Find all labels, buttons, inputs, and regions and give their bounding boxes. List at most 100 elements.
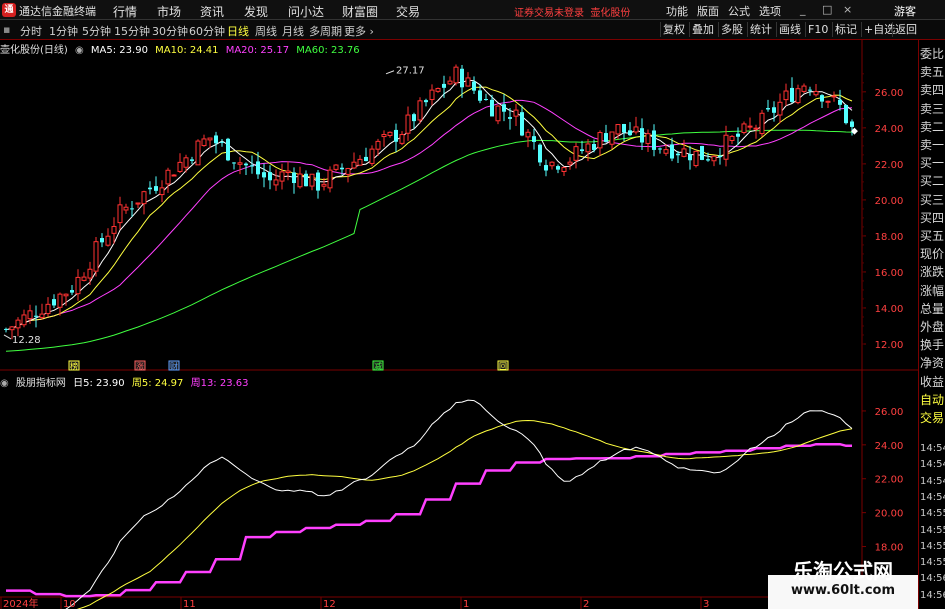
candle-body-down — [736, 133, 740, 137]
candle-body-up — [573, 146, 579, 161]
candle-body-down — [130, 208, 134, 210]
candle-body-up — [321, 183, 327, 187]
candle-body-up — [549, 161, 555, 167]
candle-body-down — [508, 117, 512, 119]
candle-body-down — [700, 145, 704, 160]
candle-body-down — [34, 315, 38, 317]
candle-body-down — [538, 144, 542, 163]
candle-body-up — [399, 134, 405, 144]
candle-body-up — [783, 90, 789, 101]
candle-body-down — [244, 163, 248, 166]
candle-body-up — [585, 143, 591, 153]
candle-body-up — [165, 169, 171, 185]
candle-body-up — [141, 191, 147, 205]
kline-chart[interactable]: 26.00 24.00 22.00 20.00 18.00 16.00 14.00 12.00… — [0, 0, 918, 609]
candle-body-up — [615, 124, 621, 135]
tick-time: 14:55 — [920, 524, 945, 536]
low-price-pointer — [3, 334, 12, 340]
candle-body-up — [171, 174, 177, 177]
tick-time: 14:55 — [920, 508, 945, 520]
candle-body-up — [27, 310, 33, 320]
candle-body-up — [279, 171, 285, 182]
candle-body-down — [556, 166, 560, 170]
x-tick-label: 2024年 — [3, 597, 38, 609]
candle-body-down — [580, 149, 584, 152]
candle-body-down — [706, 159, 710, 161]
event-marker: 减 — [374, 361, 382, 371]
candle-body-down — [316, 172, 320, 191]
candle-body-up — [111, 226, 117, 234]
candle-body-up — [159, 187, 165, 196]
low-price-label: 12.28 — [12, 335, 41, 346]
candle-body-up — [711, 155, 717, 162]
candle-body-up — [117, 204, 123, 224]
indicator-legend: ◉ 股朋指标网 日5: 23.90 周5: 24.97 周13: 23.63 — [0, 374, 252, 389]
settings-circle-icon[interactable]: ◉ — [75, 45, 84, 56]
quote-row-label: 买五 — [920, 229, 945, 243]
ma10-label: MA10: 24.41 — [155, 45, 219, 56]
y-tick-label: 18.00 — [875, 232, 904, 243]
tick-time: 14:54 — [920, 459, 945, 471]
candle-body-down — [772, 107, 776, 113]
quote-row-label: 买四 — [920, 210, 945, 225]
candle-body-up — [201, 138, 207, 147]
ma5-line — [5, 79, 853, 331]
candle-body-up — [561, 167, 567, 172]
week13-label: 周13: 23.63 — [190, 378, 249, 389]
candle-body-up — [435, 87, 441, 92]
candle-body-down — [364, 156, 368, 162]
y-tick-label: 14.00 — [875, 304, 904, 315]
ma5-label: MA5: 23.90 — [90, 45, 148, 56]
watermark: 乐淘公式网 www.60lt.com — [768, 559, 918, 609]
candle-body-up — [135, 202, 141, 205]
indicator-title: 股朋指标网 — [15, 378, 66, 389]
candle-body-down — [292, 172, 296, 184]
candle-body-down — [256, 161, 260, 175]
quote-row-label: 交易 — [920, 411, 945, 425]
candle-body-up — [183, 157, 189, 168]
candle-body-down — [676, 153, 680, 156]
candle-body-down — [262, 172, 266, 178]
candle-body-up — [831, 95, 837, 98]
y-tick-label: 24.00 — [875, 124, 904, 135]
quote-row-label: 外盘 — [920, 320, 945, 334]
candle-body-down — [304, 173, 308, 187]
candle-body-up — [633, 126, 639, 133]
main-chart-legend: 壶化股份(日线) ◉ MA5: 23.90 MA10: 24.41 MA20: … — [0, 41, 364, 56]
candle-body-up — [525, 131, 531, 138]
candle-body-down — [622, 124, 626, 133]
ind-y-tick-label: 24.00 — [875, 441, 904, 452]
candle-body-down — [268, 172, 272, 181]
indicator-circle-icon[interactable]: ◉ — [0, 378, 9, 389]
candle-body-down — [844, 105, 848, 124]
day5-label: 日5: 23.90 — [73, 378, 125, 389]
candle-body-up — [753, 127, 759, 130]
candle-body-up — [729, 135, 735, 141]
quote-panel: 委比 卖五 卖四 卖三 卖二 卖一 买一 买二 买三 买四 买五 现价 涨跌 涨幅 总量 外盘 换手 净资 收益 自动… — [918, 40, 945, 609]
candle-body-up — [177, 161, 183, 172]
candle-body-up — [759, 112, 765, 135]
week5-label: 周5: 24.97 — [131, 378, 184, 389]
candle-body-up — [207, 137, 213, 141]
candle-body-down — [52, 299, 56, 306]
candle-body-down — [628, 130, 632, 136]
candle-body-up — [15, 319, 21, 329]
quote-row-label: 委比 — [920, 47, 945, 61]
tick-time: 14:56 — [920, 573, 945, 585]
candle-body-down — [460, 68, 464, 88]
candle-body-down — [100, 238, 104, 243]
quote-row-label: 自动 — [920, 392, 945, 407]
ind-y-tick-label: 20.00 — [875, 509, 904, 520]
ma20-label: MA20: 25.17 — [225, 45, 290, 56]
candle-body-up — [801, 85, 807, 92]
y-tick-label: 22.00 — [875, 160, 904, 171]
quote-row-label: 买三 — [920, 192, 945, 207]
candle-body-down — [532, 136, 536, 142]
candle-body-down — [424, 100, 428, 103]
candle-body-up — [21, 314, 27, 326]
candle-body-up — [513, 109, 519, 117]
candle-body-up — [681, 148, 687, 157]
candle-body-up — [237, 162, 243, 165]
quote-row-label: 卖三 — [920, 101, 945, 116]
x-tick-label: 12 — [323, 599, 336, 609]
